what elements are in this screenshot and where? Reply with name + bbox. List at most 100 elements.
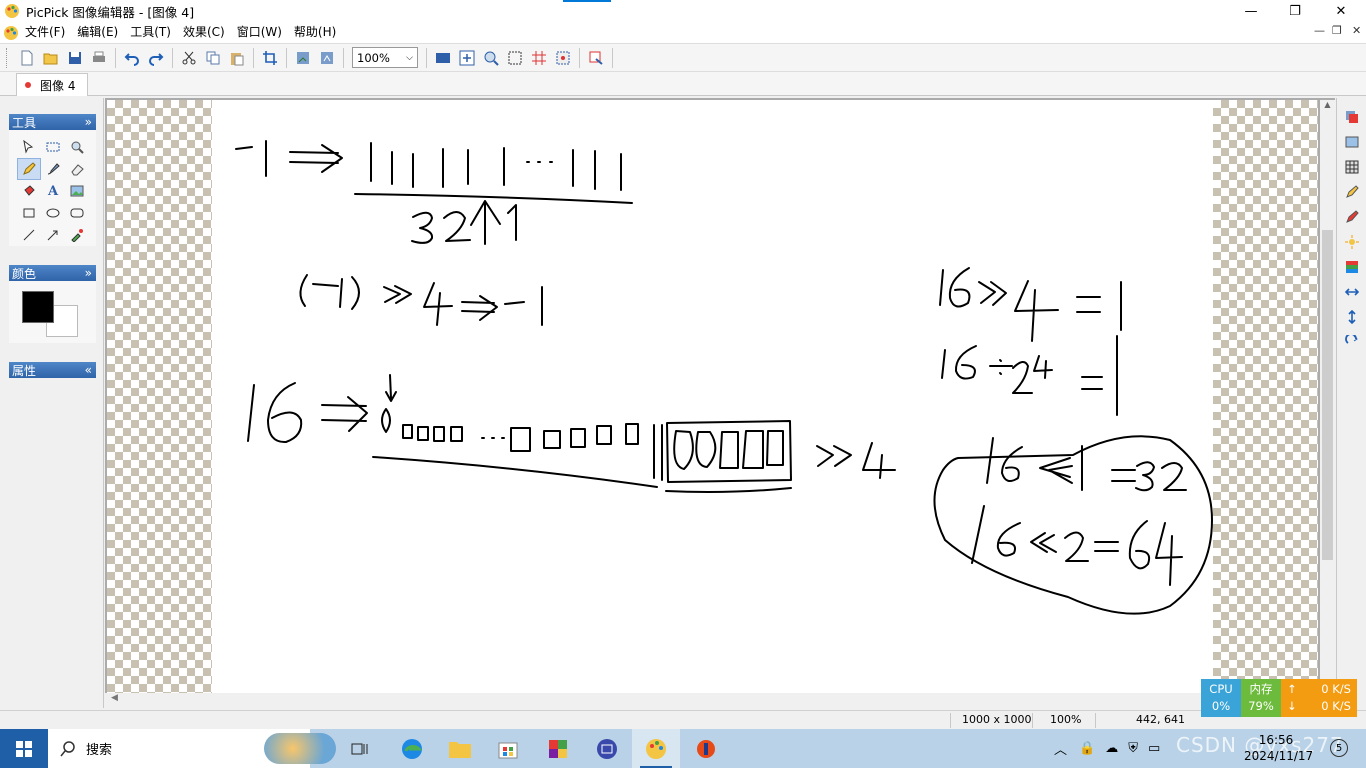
chevron-up-icon[interactable]: ︿ — [1054, 739, 1067, 758]
search-icon — [60, 740, 75, 756]
minimize-button[interactable]: — — [1228, 0, 1274, 22]
taskbar-clock[interactable]: 16:56 2024/11/17 — [1244, 732, 1313, 764]
line-tool[interactable] — [17, 224, 41, 246]
battery-icon[interactable]: ▭ — [1148, 741, 1160, 756]
color-balance-button[interactable] — [1339, 254, 1365, 279]
ellipse-tool[interactable] — [41, 202, 65, 224]
mdi-close-button[interactable]: ✕ — [1352, 24, 1361, 37]
scroll-left-icon[interactable]: ◀ — [111, 693, 118, 703]
screen-app-button[interactable] — [583, 729, 631, 768]
image-tool[interactable] — [65, 180, 89, 202]
rotate-button[interactable] — [1339, 329, 1365, 354]
flip-vertical-button[interactable] — [1339, 304, 1365, 329]
status-divider — [1095, 713, 1096, 728]
copy-button[interactable] — [202, 47, 224, 69]
vertical-scroll-thumb[interactable] — [1322, 230, 1333, 560]
tools-panel-header[interactable]: 工具 » — [9, 114, 96, 130]
text-tool[interactable]: A — [41, 180, 65, 202]
zoom-tool[interactable] — [65, 136, 89, 158]
image-effects-button[interactable] — [1339, 104, 1365, 129]
security-icon[interactable]: ⛨ — [1128, 741, 1138, 756]
eraser-tool[interactable] — [65, 158, 89, 180]
color-picker-tool[interactable] — [65, 224, 89, 246]
new-button[interactable] — [16, 47, 38, 69]
notification-center-button[interactable]: 5 — [1330, 739, 1348, 757]
mdi-minimize-button[interactable]: — — [1314, 24, 1325, 37]
scroll-up-icon[interactable]: ▲ — [1320, 100, 1335, 109]
pointer-tool[interactable] — [17, 136, 41, 158]
app-menu-icon[interactable] — [3, 25, 19, 41]
toolbar-separator — [286, 47, 287, 68]
arrow-tool[interactable] — [41, 224, 65, 246]
cpu-value: 0% — [1211, 699, 1231, 713]
menu-edit[interactable]: 编辑(E) — [71, 22, 124, 43]
menu-help[interactable]: 帮助(H) — [288, 22, 342, 43]
menu-effects[interactable]: 效果(C) — [177, 22, 231, 43]
brush-tool[interactable] — [41, 158, 65, 180]
memory-label: 内存 — [1249, 682, 1273, 696]
open-button[interactable] — [40, 47, 62, 69]
grid-button[interactable] — [528, 47, 550, 69]
menu-window[interactable]: 窗口(W) — [231, 22, 288, 43]
rectangle-icon — [23, 208, 35, 218]
taskbar-search[interactable]: 搜索 — [48, 729, 336, 768]
cloud-icon[interactable]: ☁ — [1105, 741, 1118, 756]
cut-button[interactable] — [178, 47, 200, 69]
perf-monitor-widget: CPU 0% 内存 79% ↑ 0 K/S ↓ 0 K/S — [1201, 679, 1357, 717]
mdi-restore-button[interactable]: ❐ — [1332, 24, 1342, 37]
canvas-viewport[interactable] — [105, 98, 1335, 695]
layers-icon — [1346, 110, 1358, 123]
redo-button[interactable] — [145, 47, 167, 69]
brightness-button[interactable] — [1339, 229, 1365, 254]
mosaic-button[interactable] — [1339, 154, 1365, 179]
pencil-tool[interactable] — [17, 158, 41, 180]
share-icon — [589, 51, 603, 65]
colorful-app-icon — [549, 739, 567, 758]
image-adjust-button[interactable] — [1339, 129, 1365, 154]
rotate-image-button[interactable] — [316, 47, 338, 69]
horizontal-scrollbar[interactable]: ◀ — [105, 693, 1335, 708]
menu-tools[interactable]: 工具(T) — [124, 22, 177, 43]
pen-effect-button[interactable] — [1339, 179, 1365, 204]
rectangle-tool[interactable] — [17, 202, 41, 224]
edge-browser-button[interactable] — [388, 729, 436, 768]
folder-open-icon — [43, 53, 58, 64]
zoom-fit-button[interactable] — [480, 47, 502, 69]
ruler-button[interactable] — [552, 47, 574, 69]
start-button[interactable] — [0, 729, 48, 768]
office-app-button[interactable] — [534, 729, 582, 768]
flip-horizontal-button[interactable] — [1339, 279, 1365, 304]
fill-tool[interactable] — [17, 180, 41, 202]
sharpen-button[interactable] — [1339, 204, 1365, 229]
zoom-in-button[interactable] — [456, 47, 478, 69]
maximize-button[interactable]: ❐ — [1272, 0, 1318, 22]
colors-panel-header[interactable]: 颜色 » — [9, 265, 96, 281]
primary-color-swatch[interactable] — [22, 291, 54, 323]
picpick-taskbar-button[interactable] — [632, 729, 680, 768]
vertical-scrollbar[interactable]: ▲ — [1320, 100, 1335, 690]
store-button[interactable] — [484, 729, 532, 768]
zoom-select[interactable]: 100% ⌵ — [352, 47, 418, 68]
lock-icon[interactable]: 🔒 — [1079, 741, 1095, 756]
rounded-rect-tool[interactable] — [65, 202, 89, 224]
paste-button[interactable] — [226, 47, 248, 69]
picpick-logo-icon — [5, 4, 19, 18]
title-bar: PicPick 图像编辑器 - [图像 4] — ❐ ✕ — [0, 0, 1366, 22]
close-button[interactable]: ✕ — [1318, 0, 1364, 22]
properties-panel-header[interactable]: 属性 « — [9, 362, 96, 378]
undo-button[interactable] — [121, 47, 143, 69]
task-view-button[interactable] — [336, 729, 384, 768]
print-button[interactable] — [88, 47, 110, 69]
fullscreen-button[interactable] — [432, 47, 454, 69]
recorder-app-button[interactable] — [682, 729, 730, 768]
file-explorer-button[interactable] — [436, 729, 484, 768]
crop-button[interactable] — [259, 47, 281, 69]
tab-image-4[interactable]: 图像 4 — [16, 73, 88, 96]
select-tool[interactable] — [41, 136, 65, 158]
main-toolbar: 100% ⌵ — [0, 43, 1366, 72]
resize-image-button[interactable] — [292, 47, 314, 69]
save-button[interactable] — [64, 47, 86, 69]
select-all-button[interactable] — [504, 47, 526, 69]
menu-file[interactable]: 文件(F) — [19, 22, 71, 43]
share-button[interactable] — [585, 47, 607, 69]
